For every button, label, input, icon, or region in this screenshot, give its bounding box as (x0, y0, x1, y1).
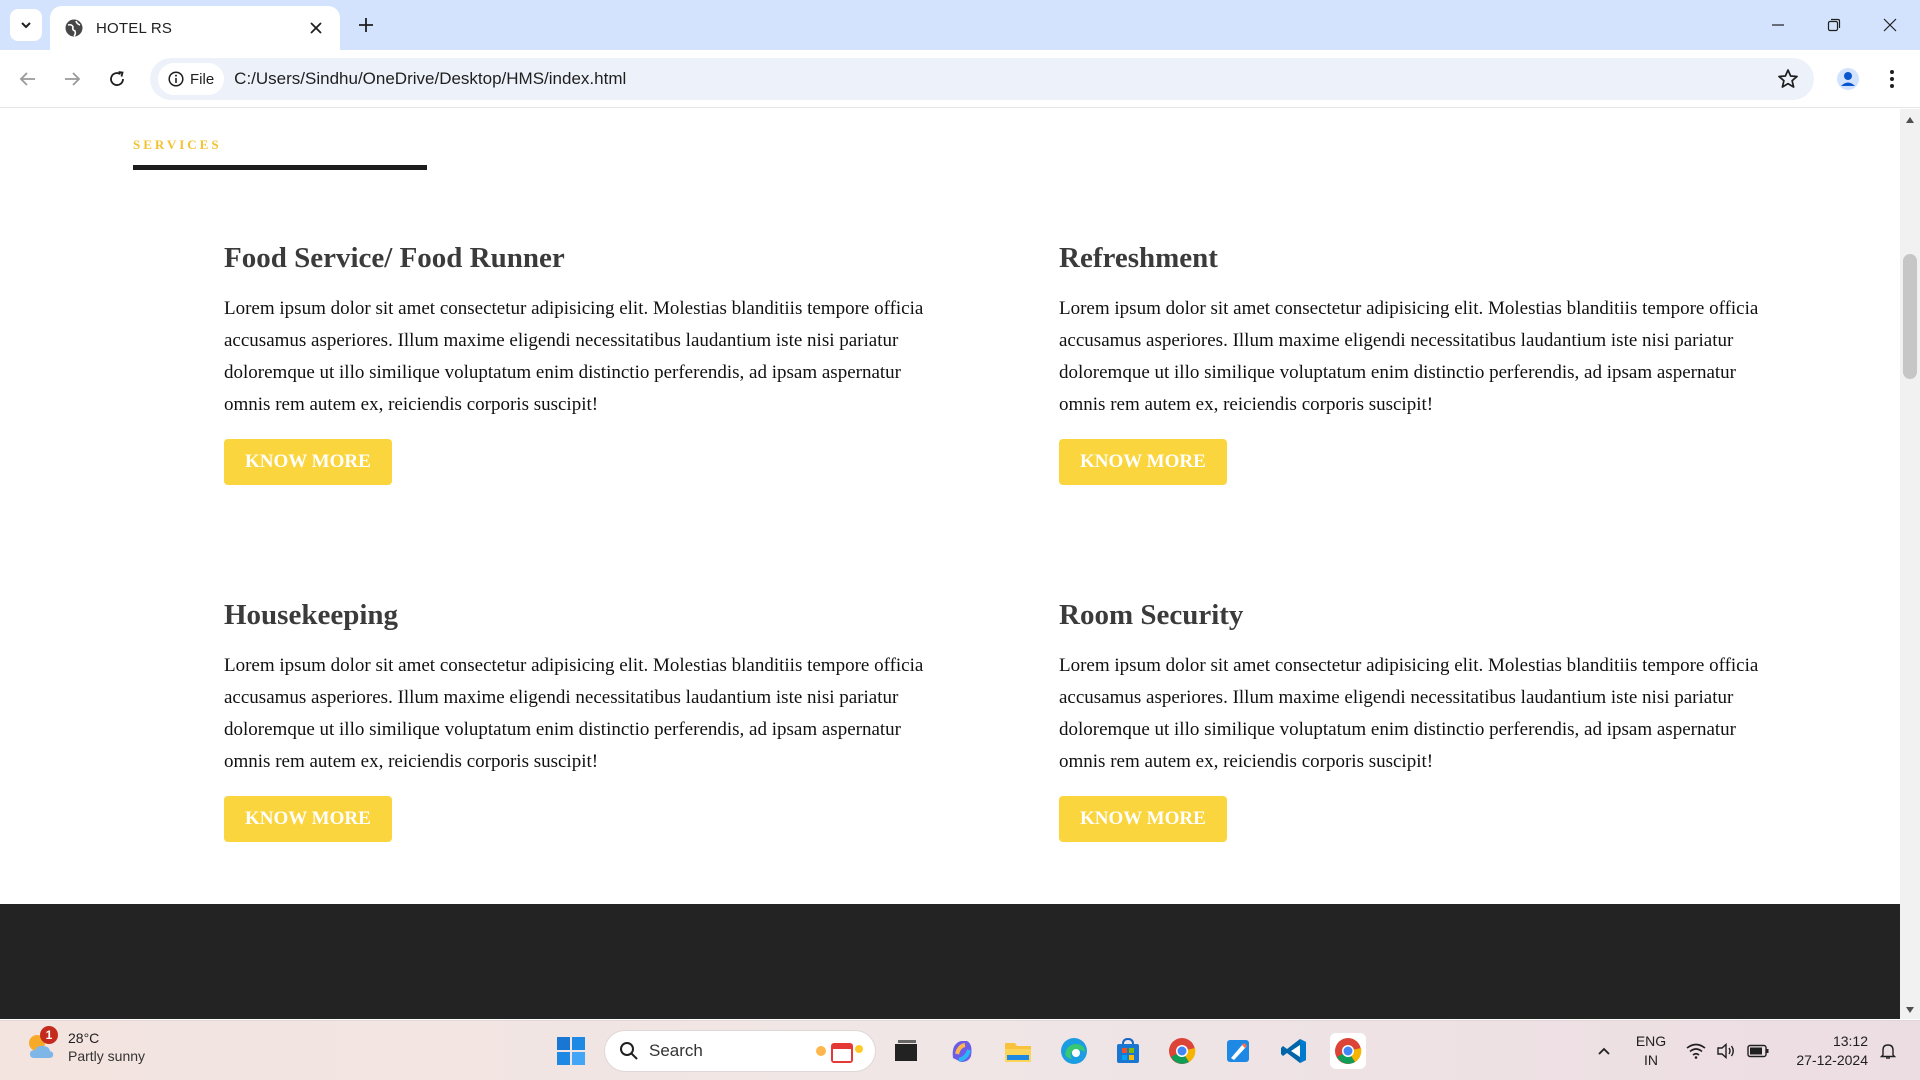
language-indicator[interactable]: ENG IN (1634, 1032, 1668, 1070)
language-primary: ENG (1635, 1033, 1667, 1049)
windows-taskbar: 1 28°C Partly sunny Search ENG IN 13:12 … (0, 1020, 1920, 1080)
globe-icon (65, 19, 83, 37)
triangle-down-icon (1906, 1007, 1914, 1013)
page-scrollbar[interactable] (1900, 109, 1920, 1019)
service-description: Lorem ipsum dolor sit amet consectetur a… (224, 298, 924, 415)
site-info-chip[interactable]: File (158, 63, 225, 95)
url-text[interactable]: C:/Users/Sindhu/OneDrive/Desktop/HMS/ind… (234, 69, 626, 89)
chevron-down-icon (21, 22, 31, 29)
scroll-up-arrow[interactable] (1904, 114, 1916, 126)
minimize-icon (1772, 24, 1784, 26)
profile-button[interactable] (1832, 63, 1864, 95)
task-view-icon[interactable] (888, 1033, 924, 1069)
vscode-icon[interactable] (1276, 1033, 1312, 1069)
chevron-up-icon (1598, 1047, 1610, 1055)
arrow-right-icon (65, 72, 81, 86)
site-info-label: File (190, 70, 215, 88)
back-button[interactable] (12, 63, 44, 95)
service-description: Lorem ipsum dolor sit amet consectetur a… (1059, 655, 1759, 772)
service-card-refreshment: Refreshment Lorem ipsum dolor sit amet c… (1059, 242, 1779, 485)
calendar-highlight-icon (816, 1043, 863, 1063)
arrow-left-icon (19, 72, 35, 86)
scroll-down-arrow[interactable] (1904, 1004, 1916, 1016)
paint-app-icon[interactable] (1220, 1033, 1256, 1069)
bell-settings-icon (1879, 1044, 1897, 1059)
reload-icon (110, 71, 124, 86)
kebab-icon (1890, 70, 1894, 88)
taskbar-search-label: Search (649, 1041, 703, 1060)
service-title: Refreshment (1059, 242, 1218, 274)
service-card-room-security: Room Security Lorem ipsum dolor sit amet… (1059, 599, 1779, 842)
browser-tab-active[interactable]: HOTEL RS (50, 6, 340, 50)
close-icon (1883, 18, 1897, 32)
info-icon (168, 71, 184, 87)
reload-button[interactable] (101, 63, 133, 95)
page-viewport: SERVICES Food Service/ Food Runner Lorem… (0, 109, 1900, 1019)
new-tab-button[interactable] (352, 11, 380, 39)
language-secondary: IN (1644, 1052, 1658, 1068)
clock-date: 27-12-2024 (1796, 1052, 1868, 1068)
search-icon (620, 1042, 638, 1060)
notification-icon[interactable] (1874, 1021, 1902, 1080)
section-underline (133, 165, 427, 170)
microsoft-store-icon[interactable] (1110, 1033, 1146, 1069)
service-card-food: Food Service/ Food Runner Lorem ipsum do… (224, 242, 944, 485)
know-more-button[interactable]: KNOW MORE (1059, 796, 1227, 842)
system-clock[interactable]: 13:12 27-12-2024 (1782, 1032, 1868, 1070)
clock-time: 13:12 (1832, 1033, 1868, 1049)
know-more-button[interactable]: KNOW MORE (224, 796, 392, 842)
show-hidden-icons-button[interactable] (1590, 1021, 1618, 1080)
service-title: Food Service/ Food Runner (224, 242, 565, 274)
battery-icon[interactable] (1744, 1021, 1772, 1080)
chrome-icon[interactable] (1164, 1033, 1200, 1069)
know-more-button[interactable]: KNOW MORE (224, 439, 392, 485)
triangle-up-icon (1906, 117, 1914, 123)
copilot-icon[interactable] (944, 1033, 980, 1069)
wifi-icon[interactable] (1684, 1021, 1708, 1080)
restore-button[interactable] (1806, 0, 1862, 50)
edge-browser-icon[interactable] (1056, 1033, 1092, 1069)
address-bar[interactable]: File C:/Users/Sindhu/OneDrive/Desktop/HM… (150, 58, 1814, 100)
weather-widget[interactable]: 1 28°C Partly sunny (24, 1026, 146, 1065)
taskbar-search-box[interactable]: Search (604, 1030, 876, 1072)
chrome-active-icon[interactable] (1330, 1033, 1366, 1069)
section-label: SERVICES (133, 137, 222, 152)
windows-start-icon[interactable] (556, 1036, 586, 1066)
weather-badge: 1 (40, 1026, 58, 1044)
service-title: Room Security (1059, 599, 1244, 631)
know-more-button[interactable]: KNOW MORE (1059, 439, 1227, 485)
browser-toolbar: File C:/Users/Sindhu/OneDrive/Desktop/HM… (0, 50, 1920, 108)
tab-close-button[interactable] (304, 16, 328, 40)
service-title: Housekeeping (224, 599, 399, 631)
scrollbar-thumb[interactable] (1903, 254, 1917, 379)
close-window-button[interactable] (1862, 0, 1918, 50)
close-icon (310, 22, 322, 34)
weather-condition: Partly sunny (68, 1048, 146, 1064)
star-icon[interactable] (1776, 67, 1800, 91)
tab-search-button[interactable] (10, 9, 42, 41)
service-description: Lorem ipsum dolor sit amet consectetur a… (224, 655, 924, 772)
forward-button[interactable] (56, 63, 88, 95)
browser-menu-button[interactable] (1876, 63, 1908, 95)
plus-icon (359, 18, 373, 32)
footer-section (0, 904, 1900, 1019)
restore-icon (1827, 18, 1841, 32)
minimize-button[interactable] (1750, 0, 1806, 50)
file-explorer-icon[interactable] (1000, 1033, 1036, 1069)
service-description: Lorem ipsum dolor sit amet consectetur a… (1059, 298, 1759, 415)
service-card-housekeeping: Housekeeping Lorem ipsum dolor sit amet … (224, 599, 944, 842)
person-icon (1837, 68, 1859, 90)
volume-icon[interactable] (1714, 1021, 1738, 1080)
weather-temperature: 28°C (68, 1030, 100, 1046)
browser-tab-strip: HOTEL RS (0, 0, 1920, 50)
tab-title: HOTEL RS (96, 19, 173, 37)
